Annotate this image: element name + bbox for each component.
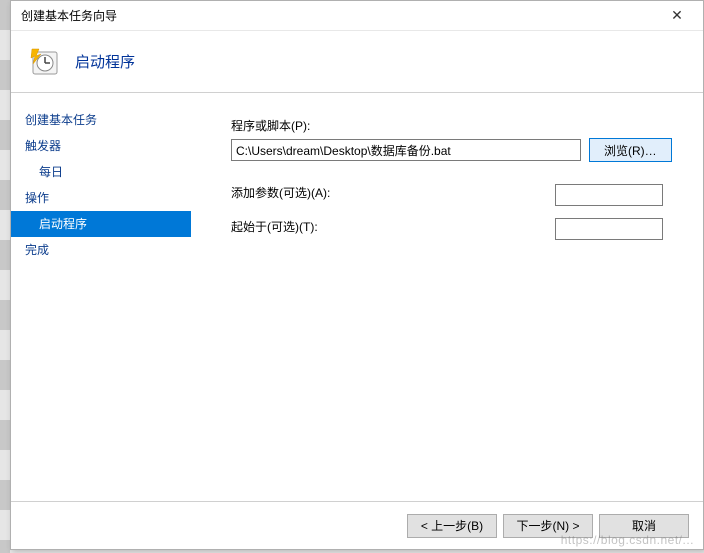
sidebar-item-create-task[interactable]: 创建基本任务 [11, 107, 191, 133]
wizard-body: 创建基本任务 触发器 每日 操作 启动程序 完成 程序或脚本(P): 浏览(R)… [11, 93, 703, 501]
arguments-label: 添加参数(可选)(A): [231, 186, 330, 200]
back-button[interactable]: < 上一步(B) [407, 514, 497, 538]
arguments-input[interactable] [555, 184, 663, 206]
background-strip [0, 0, 10, 553]
startin-input[interactable] [555, 218, 663, 240]
startin-label: 起始于(可选)(T): [231, 220, 318, 234]
wizard-sidebar: 创建基本任务 触发器 每日 操作 启动程序 完成 [11, 93, 191, 501]
sidebar-item-start-program[interactable]: 启动程序 [11, 211, 191, 237]
browse-button[interactable]: 浏览(R)… [589, 138, 672, 162]
sidebar-item-trigger[interactable]: 触发器 [11, 133, 191, 159]
titlebar: 创建基本任务向导 ✕ [11, 1, 703, 31]
window-title: 创建基本任务向导 [21, 7, 657, 24]
close-icon: ✕ [671, 7, 683, 24]
close-button[interactable]: ✕ [657, 2, 697, 30]
wizard-main: 程序或脚本(P): 浏览(R)… 添加参数(可选)(A): 起始于(可选)(T)… [191, 93, 703, 501]
startin-row: 起始于(可选)(T): [231, 218, 683, 242]
wizard-dialog: 创建基本任务向导 ✕ 启动程序 创建基本任务 触发器 每日 操作 启动程序 完成 [10, 0, 704, 550]
clock-wizard-icon [29, 46, 61, 78]
next-button[interactable]: 下一步(N) > [503, 514, 593, 538]
script-label: 程序或脚本(P): [231, 117, 683, 134]
wizard-footer: < 上一步(B) 下一步(N) > 取消 [11, 501, 703, 549]
wizard-header: 启动程序 [11, 31, 703, 93]
page-title: 启动程序 [75, 51, 135, 72]
script-path-input[interactable] [231, 139, 581, 161]
script-row: 浏览(R)… [231, 138, 683, 162]
sidebar-item-finish[interactable]: 完成 [11, 237, 191, 263]
sidebar-item-action[interactable]: 操作 [11, 185, 191, 211]
cancel-button[interactable]: 取消 [599, 514, 689, 538]
sidebar-item-daily[interactable]: 每日 [11, 159, 191, 185]
arguments-row: 添加参数(可选)(A): [231, 184, 683, 208]
